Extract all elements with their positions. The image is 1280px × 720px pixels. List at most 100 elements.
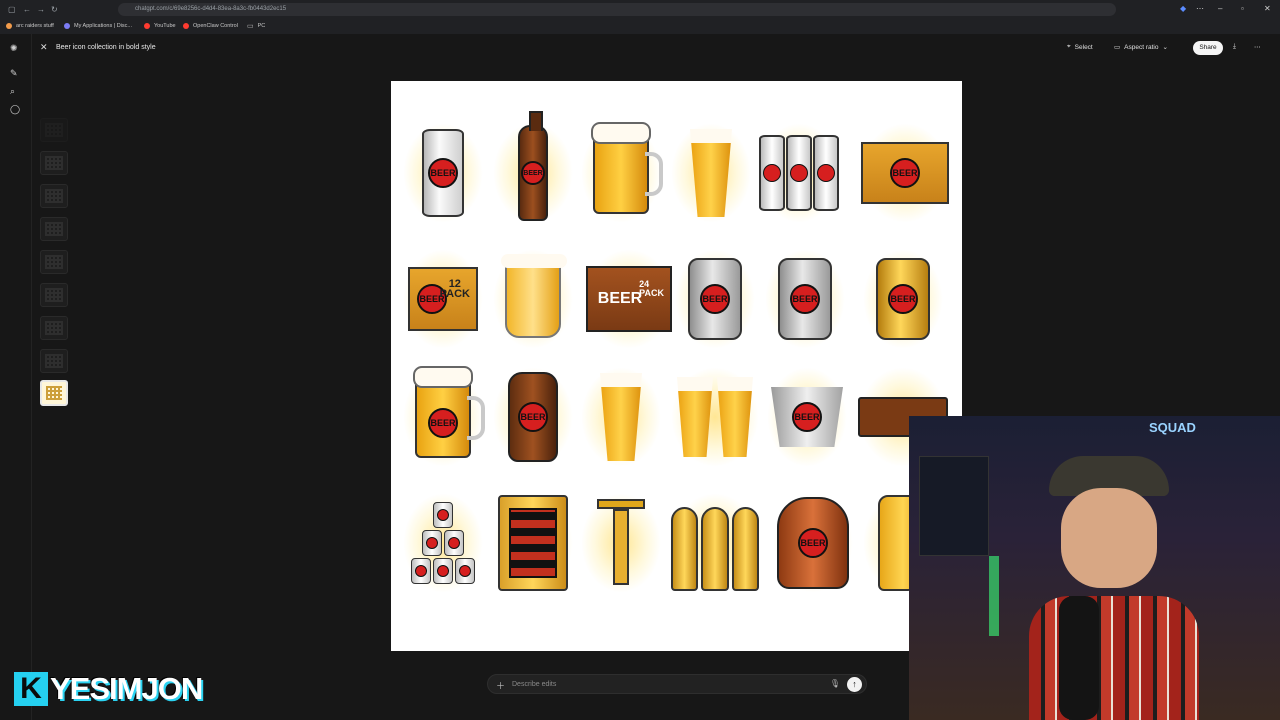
sidebar-toggle-icon[interactable]: ▢ [8,5,16,14]
minimize-icon[interactable]: – [1218,4,1222,13]
background-shelf [919,456,989,556]
beer-label: BEER [790,284,820,314]
brand-name: YESIMJON [50,671,203,706]
thumbnail[interactable] [40,118,68,142]
send-button[interactable]: ↑ [847,677,862,692]
address-bar[interactable]: chatgpt.com/c/69e8256c-d4d4-83ea-8a3c-fb… [118,3,1116,16]
openclaw-icon [183,22,189,29]
thumbnail[interactable] [40,283,68,307]
share-button[interactable]: Share [1193,41,1223,55]
thumbnail[interactable] [40,349,68,373]
openai-logo-icon[interactable]: ✺ [10,43,18,54]
beer-mug-icon [575,117,667,229]
plus-icon[interactable]: ＋ [496,679,505,692]
browser-chrome: ▢ ← → ↻ chatgpt.com/c/69e8256c-d4d4-83ea… [0,0,1280,34]
beer-label: BEER [428,408,458,438]
medal-glass-icon [575,361,667,473]
beer-fridge-icon [487,487,579,599]
twelve-pack-text: 12 PACK [439,278,470,300]
close-icon[interactable]: ✕ [40,42,48,53]
neon-sign: SQUAD [1149,420,1196,435]
growler-icon: BEER [487,361,579,473]
download-icon[interactable]: ⤓ [1233,43,1236,51]
tab-bar: ▢ ← → ↻ chatgpt.com/c/69e8256c-d4d4-83ea… [0,0,1280,18]
beer-label: BEER [792,402,822,432]
chevron-down-icon: ⌄ [1162,44,1168,51]
reload-icon[interactable]: ↻ [51,5,58,14]
bookmark-youtube[interactable]: YouTube [144,20,176,31]
bookmark-icon [6,22,12,29]
chat-bubble-icon[interactable]: ◯ [10,104,20,115]
thumbnail[interactable] [40,250,68,274]
background-light [989,556,999,636]
brewing-tanks-icon [665,487,765,599]
thumbnail[interactable] [40,217,68,241]
aspect-ratio-icon: ▭ [1114,44,1121,51]
stein-icon: BEER [397,361,489,473]
left-rail: ✺ ✎ ⌕ ◯ [0,34,32,720]
twenty-four-pack-icon: BEER 24 PACK [579,243,679,355]
select-icon: ⌖ [1067,43,1071,50]
image-title: Beer icon collection in bold style [56,44,156,51]
discord-icon [64,22,70,29]
bookmark-openclaw[interactable]: OpenClaw Control [183,20,238,31]
bookmark-label: PC [257,22,266,29]
aspect-ratio-label: Aspect ratio [1124,43,1159,51]
bookmark-label: arc raiders stuff [16,22,54,29]
describe-edits-input[interactable]: ＋ Describe edits 🎙 ↑ [487,674,867,694]
beer-can-icon: BEER [397,117,489,229]
select-label: Select [1074,43,1093,51]
cheers-glasses-icon [665,361,765,473]
bookmark-arc-raiders[interactable]: arc raiders stuff [6,20,54,31]
plaid-shirt [1029,596,1199,720]
image-viewer-header: ✕ Beer icon collection in bold style ⌖ S… [32,34,1280,62]
bookmark-pc[interactable]: ▭ PC [247,20,265,31]
bookmark-label: YouTube [154,22,176,29]
bookmark-label: My Applications | Disc... [74,22,132,29]
bookmark-label: OpenClaw Control [193,22,238,29]
six-can-pack-icon [753,117,845,229]
streamer [1029,456,1199,720]
copper-kettle-icon: BEER [767,487,859,599]
twelve-pack-icon: BEER 12 PACK [397,243,489,355]
maximize-icon[interactable]: ▫ [1241,4,1244,13]
thumbnail-active[interactable] [40,380,68,406]
bookmark-my-applications[interactable]: My Applications | Disc... [64,20,132,31]
pitcher-icon [487,243,579,355]
pint-glass-icon [665,117,757,229]
beer-label: BEER [700,284,730,314]
can-pyramid-icon [397,487,489,599]
twenty-four-pack-text: 24 PACK [639,279,664,298]
streamer-face [1061,488,1157,588]
folder-icon: ▭ [247,22,254,30]
edit-placeholder: Describe edits [512,681,557,688]
beer-label: BEER [888,284,918,314]
back-icon[interactable]: ← [23,5,31,14]
thumbnail[interactable] [40,151,68,175]
search-icon[interactable]: ⌕ [10,86,15,97]
menu-dots-icon[interactable]: ⋯ [1196,4,1204,13]
beer-label: BEER [521,161,545,185]
aspect-ratio-button[interactable]: ▭ Aspect ratio ⌄ [1114,43,1168,52]
webcam-overlay: SQUAD [909,416,1280,720]
beer-bottle-icon: BEER [487,111,579,229]
url-text: chatgpt.com/c/69e8256c-d4d4-83ea-8a3c-fb… [135,6,287,12]
brand-initial: K [14,672,48,706]
keg-with-tap-icon: BEER [759,243,851,355]
select-button[interactable]: ⌖ Select [1067,43,1093,51]
bottle-carrier-icon: BEER [855,117,955,229]
youtube-icon [144,22,150,29]
thumbnail[interactable] [40,316,68,340]
generated-image[interactable]: BEER BEER BEER BEER 12 PACK BEER 24 PACK B… [391,81,962,651]
more-options-icon[interactable]: ⋯ [1254,43,1261,51]
extension-icon[interactable]: ◆ [1180,4,1186,13]
forward-icon[interactable]: → [37,5,45,14]
beer-tap-tower-icon [575,487,667,599]
new-chat-icon[interactable]: ✎ [10,68,18,79]
thumbnail[interactable] [40,184,68,208]
window-close-icon[interactable]: ✕ [1264,4,1271,13]
beer-icon-grid: BEER BEER BEER BEER 12 PACK BEER 24 PACK B… [397,111,957,607]
beer-label: BEER [518,402,548,432]
microphone [1059,596,1099,720]
microphone-icon[interactable]: 🎙 [830,679,840,688]
